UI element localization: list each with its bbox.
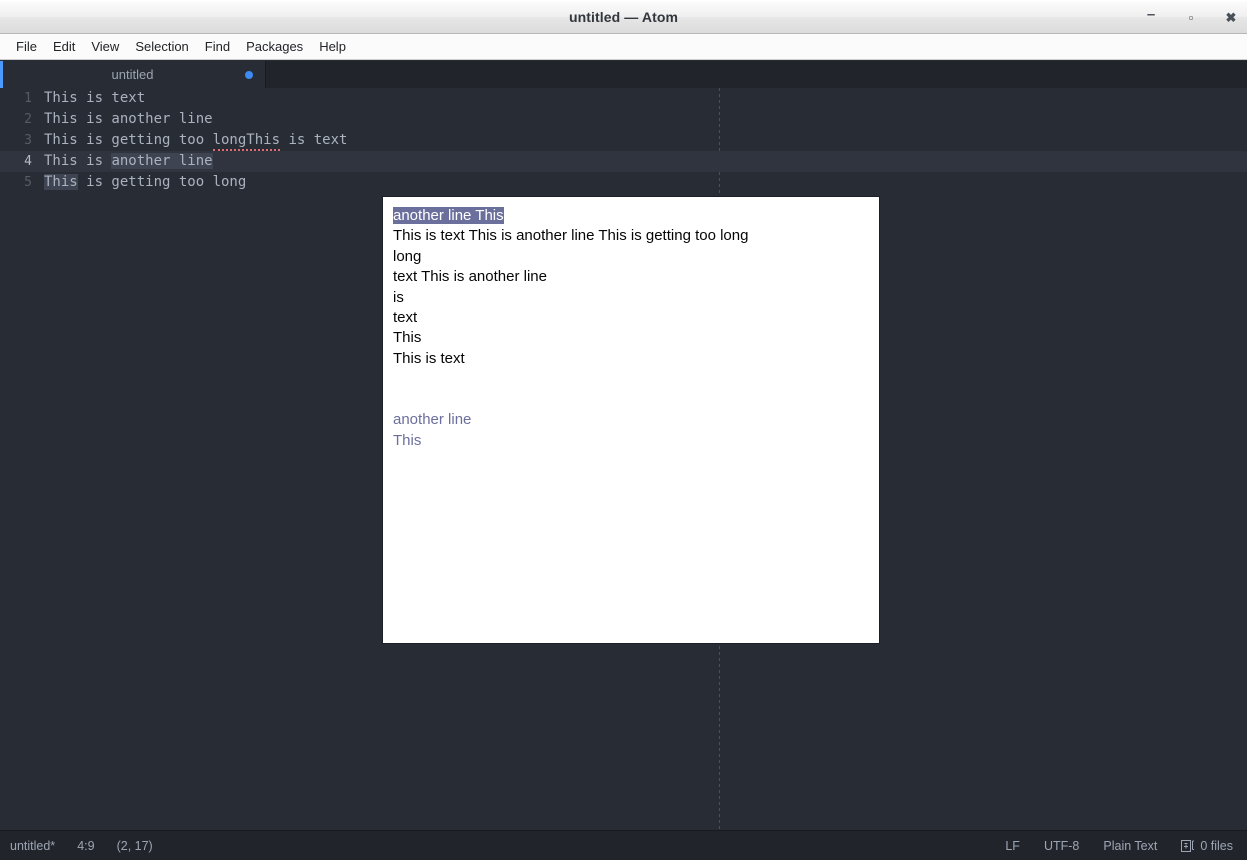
line-number: 1 [24, 91, 32, 106]
text-segment-plain: This is getting too [44, 132, 213, 148]
overlay-line[interactable]: is [393, 288, 869, 308]
editor-line[interactable]: 1 This is text [0, 88, 1247, 109]
status-filename[interactable]: untitled* [10, 839, 55, 853]
menu-item-selection[interactable]: Selection [127, 36, 196, 57]
status-encoding[interactable]: UTF-8 [1044, 839, 1079, 853]
line-number: 5 [24, 175, 32, 190]
text-segment-selected: another line [111, 153, 213, 169]
line-number: 4 [0, 151, 32, 172]
menu-item-edit[interactable]: Edit [45, 36, 83, 57]
status-git-changes-label: 0 files [1200, 838, 1233, 853]
line-content: This is text [44, 88, 145, 109]
line-number: 2 [24, 112, 32, 127]
overlay-line[interactable]: text This is another line [393, 267, 869, 287]
editor-line[interactable]: 3 This is getting too longThis is text [0, 130, 1247, 151]
status-bar-left: untitled* 4:9 (2, 17) [0, 839, 153, 853]
text-segment-plain: This is [44, 153, 112, 169]
tab-label: untitled [111, 67, 154, 82]
overlay-line[interactable]: text [393, 308, 869, 328]
window-controls: – ▫ ✖ [1143, 1, 1239, 35]
overlay-line[interactable]: This is text This is another line This i… [393, 226, 869, 246]
tab-bar: untitled [0, 61, 1247, 88]
menu-item-view[interactable]: View [83, 36, 127, 57]
maximize-icon: ▫ [1188, 10, 1194, 25]
line-content: This is another line [44, 151, 213, 172]
close-icon: ✖ [1225, 10, 1237, 25]
editor-line[interactable]: 2 This is another line [0, 109, 1247, 130]
status-grammar[interactable]: Plain Text [1103, 839, 1157, 853]
status-selection-count[interactable]: (2, 17) [117, 839, 153, 853]
line-content: This is another line [44, 109, 213, 130]
text-segment-misspell: longThis [212, 132, 281, 151]
overlay-line[interactable]: long [393, 247, 869, 267]
menu-item-packages[interactable]: Packages [238, 36, 311, 57]
window-title: untitled — Atom [568, 9, 679, 25]
menu-item-help[interactable]: Help [311, 36, 354, 57]
minimize-icon: – [1146, 6, 1156, 23]
text-segment-plain: is getting too long [77, 174, 247, 190]
text-segment-selected: This [44, 174, 78, 190]
line-content: This is getting too longThis is text [44, 130, 347, 151]
line-content: This is getting too long [44, 172, 246, 193]
overlay-line[interactable]: another line This [393, 206, 869, 226]
status-git-changes[interactable]: 0 files [1181, 838, 1233, 853]
atom-window: untitled — Atom – ▫ ✖ File Edit View Sel… [0, 0, 1247, 860]
overlay-line-selected: another line This [393, 207, 504, 224]
text-segment-plain: This is another line [44, 111, 213, 127]
menu-item-file[interactable]: File [8, 36, 45, 57]
overlay-line[interactable]: This [393, 328, 869, 348]
editor-lines: 1 This is text 2 This is another line 3 This … [0, 88, 1247, 193]
line-number: 3 [24, 133, 32, 148]
editor-line[interactable]: 5 This is getting too long [0, 172, 1247, 193]
overlay-line[interactable]: This is text [393, 349, 869, 369]
title-bar: untitled — Atom – ▫ ✖ [0, 0, 1247, 34]
maximize-button[interactable]: ▫ [1183, 10, 1199, 26]
status-bar-right: LF UTF-8 Plain Text 0 files [1005, 838, 1247, 853]
tab-untitled[interactable]: untitled [0, 61, 266, 88]
status-cursor-position[interactable]: 4:9 [77, 839, 94, 853]
overlay-panel-content: another line This This is text This is an… [393, 206, 869, 451]
overlay-panel[interactable]: another line This This is text This is an… [382, 196, 880, 644]
text-segment-plain: This is text [44, 90, 146, 106]
editor-line[interactable]: 4 This is another line [0, 151, 1247, 172]
status-bar: untitled* 4:9 (2, 17) LF UTF-8 Plain Tex… [0, 830, 1247, 860]
close-button[interactable]: ✖ [1223, 10, 1239, 26]
tab-modified-indicator-icon[interactable] [245, 70, 253, 79]
status-line-ending[interactable]: LF [1005, 839, 1020, 853]
text-segment-plain: is text [280, 132, 348, 148]
menu-item-find[interactable]: Find [197, 36, 238, 57]
overlay-spacer [393, 369, 869, 410]
minimize-button[interactable]: – [1143, 6, 1159, 26]
menu-bar: File Edit View Selection Find Packages H… [0, 34, 1247, 60]
overlay-line[interactable]: This [393, 431, 869, 451]
overlay-line[interactable]: another line [393, 410, 869, 430]
git-diff-icon [1181, 838, 1195, 853]
